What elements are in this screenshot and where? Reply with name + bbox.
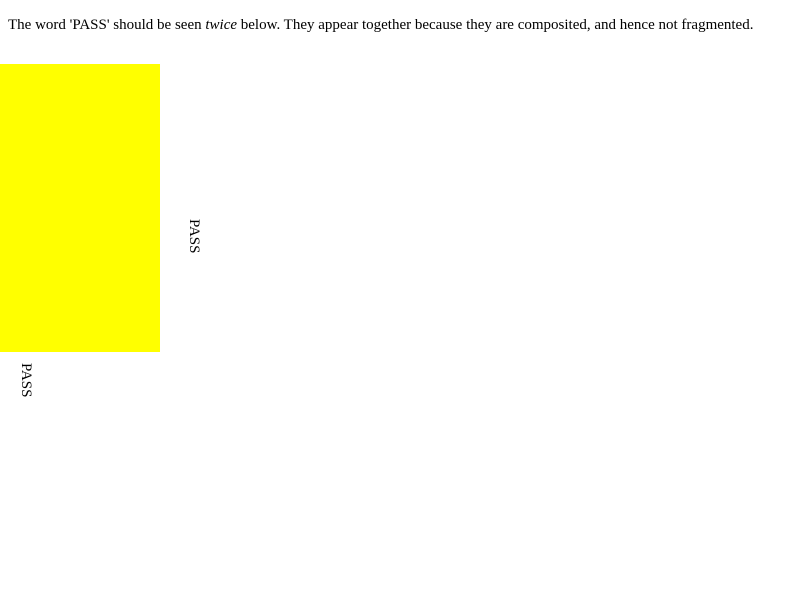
instructions-prefix: The word 'PASS' should be seen <box>8 17 206 33</box>
pass-marker-first: PASS <box>186 219 202 254</box>
pass-marker-second: PASS <box>18 363 34 398</box>
instructions-suffix: below. They appear together because they… <box>237 17 754 33</box>
instructions-emphasis: twice <box>205 17 238 33</box>
instructions-text: The word 'PASS' should be seen twice bel… <box>8 16 768 34</box>
yellow-block <box>0 64 160 352</box>
